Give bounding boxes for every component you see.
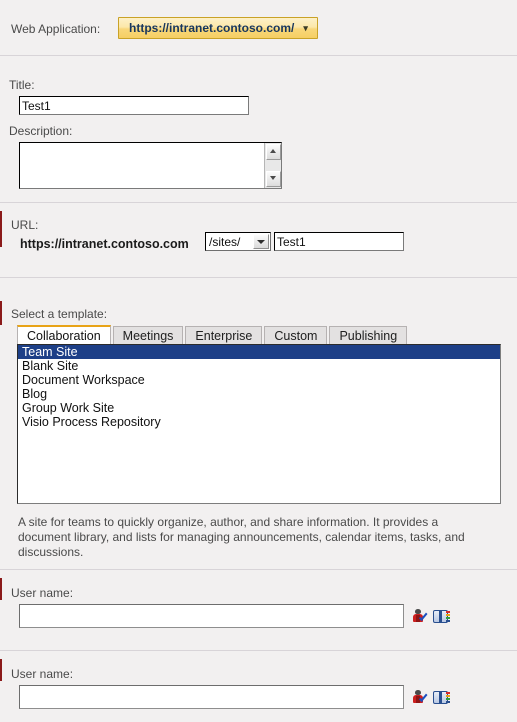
scroll-up-arrow-icon[interactable] [266, 144, 281, 160]
tab-enterprise[interactable]: Enterprise [185, 326, 263, 345]
description-textarea[interactable] [20, 143, 264, 188]
tab-label: Collaboration [27, 329, 101, 343]
required-field-marker [0, 301, 2, 325]
address-book-icon[interactable] [433, 608, 450, 625]
tab-meetings[interactable]: Meetings [112, 326, 184, 345]
tab-label: Meetings [122, 329, 174, 343]
list-item-label: Blank Site [22, 359, 79, 373]
tab-collaboration[interactable]: Collaboration [17, 325, 111, 345]
secondary-user-label: User name: [11, 667, 74, 681]
tab-label: Enterprise [195, 329, 253, 343]
description-field-wrapper [19, 142, 282, 189]
required-field-marker [0, 659, 2, 681]
template-listbox[interactable]: Team Site Blank Site Document Workspace … [17, 344, 501, 504]
web-application-selected-value: https://intranet.contoso.com/ [129, 21, 295, 35]
select-template-label: Select a template: [11, 307, 108, 321]
list-item[interactable]: Document Workspace [18, 373, 500, 387]
template-category-tabs: Collaboration Meetings Enterprise Custom… [17, 325, 409, 345]
description-label: Description: [9, 124, 73, 138]
title-input[interactable] [19, 96, 249, 115]
primary-people-picker-actions [411, 608, 450, 625]
web-application-section: Web Application: https://intranet.contos… [0, 0, 517, 56]
url-path-select[interactable]: /sites/ [205, 232, 271, 251]
tab-custom[interactable]: Custom [264, 326, 328, 345]
primary-user-section: User name: [0, 570, 517, 651]
url-path-selected-value: /sites/ [209, 234, 241, 249]
list-item-label: Blog [22, 387, 48, 401]
chevron-down-icon: ▾ [303, 22, 308, 33]
url-prefix-text: https://intranet.contoso.com [20, 237, 189, 251]
section-divider [0, 277, 517, 278]
list-item[interactable]: Group Work Site [18, 401, 500, 415]
tab-publishing[interactable]: Publishing [329, 326, 408, 345]
secondary-user-input[interactable] [19, 685, 404, 709]
list-item-label: Team Site [22, 345, 78, 359]
template-description-text: A site for teams to quickly organize, au… [18, 515, 465, 559]
web-application-dropdown-button[interactable]: https://intranet.contoso.com/ ▾ [118, 17, 318, 39]
check-names-icon[interactable] [411, 608, 428, 625]
secondary-people-picker-actions [411, 689, 450, 706]
scroll-down-arrow-icon[interactable] [266, 171, 281, 187]
list-item[interactable]: Visio Process Repository [18, 415, 500, 429]
list-item-label: Group Work Site [22, 401, 115, 415]
chevron-down-icon[interactable] [253, 234, 269, 249]
web-application-label: Web Application: [11, 22, 101, 36]
list-item-label: Visio Process Repository [22, 415, 161, 429]
list-item-label: Document Workspace [22, 373, 145, 387]
title-label: Title: [9, 78, 35, 92]
required-field-marker [0, 578, 2, 600]
check-names-icon[interactable] [411, 689, 428, 706]
title-description-section: Title: Description: [0, 56, 517, 203]
list-item[interactable]: Blank Site [18, 359, 500, 373]
list-item[interactable]: Blog [18, 387, 500, 401]
url-label: URL: [11, 218, 39, 232]
tab-label: Publishing [339, 329, 398, 343]
primary-user-label: User name: [11, 586, 74, 600]
primary-user-input[interactable] [19, 604, 404, 628]
required-field-marker [0, 211, 2, 247]
list-item[interactable]: Team Site [18, 345, 500, 359]
description-scrollbar[interactable] [264, 143, 281, 188]
url-name-input[interactable] [274, 232, 404, 251]
address-book-icon[interactable] [433, 689, 450, 706]
secondary-user-section: User name: [0, 651, 517, 722]
template-section: Select a template: Collaboration Meeting… [0, 293, 517, 570]
tab-label: Custom [274, 329, 318, 343]
